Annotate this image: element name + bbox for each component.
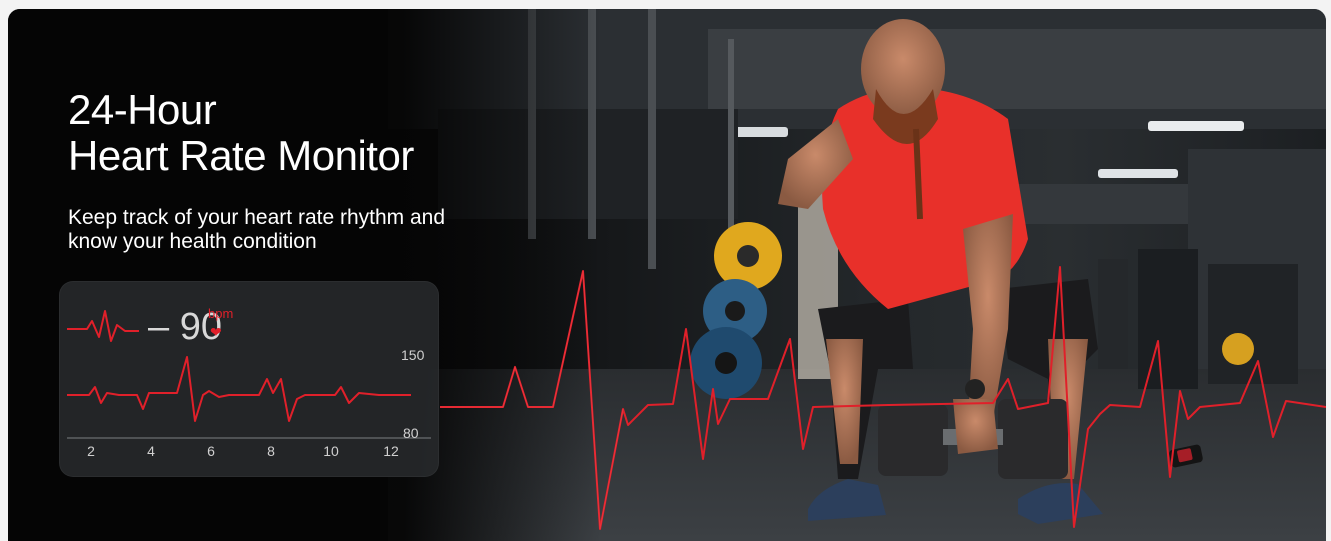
heart-rate-widget: – 90 bpm ❤ 150 80 2 4 6 8 10 12 — [59, 281, 439, 477]
widget-ecg-line — [67, 356, 411, 422]
x-tick-label: 10 — [323, 443, 339, 459]
pulse-icon — [67, 310, 139, 342]
page-title: 24-Hour Heart Rate Monitor — [68, 87, 414, 179]
subtitle-line-2: know your health condition — [68, 230, 317, 253]
x-tick-label: 6 — [207, 443, 215, 459]
title-line-1: 24-Hour — [68, 86, 217, 133]
x-tick-label: 2 — [87, 443, 95, 459]
x-tick-label: 4 — [147, 443, 155, 459]
bpm-unit-label: bpm — [208, 306, 234, 321]
subtitle: Keep track of your heart rate rhythm and… — [68, 206, 548, 254]
x-tick-label: 8 — [267, 443, 275, 459]
heart-icon: ❤ — [210, 324, 222, 340]
title-line-2: Heart Rate Monitor — [68, 132, 414, 179]
heart-rate-banner: 24-Hour Heart Rate Monitor Keep track of… — [8, 9, 1326, 541]
x-tick-label: 12 — [383, 443, 399, 459]
subtitle-line-1: Keep track of your heart rate rhythm and — [68, 206, 446, 229]
scale-min-label: 80 — [403, 425, 419, 441]
scale-max-label: 150 — [401, 347, 425, 363]
